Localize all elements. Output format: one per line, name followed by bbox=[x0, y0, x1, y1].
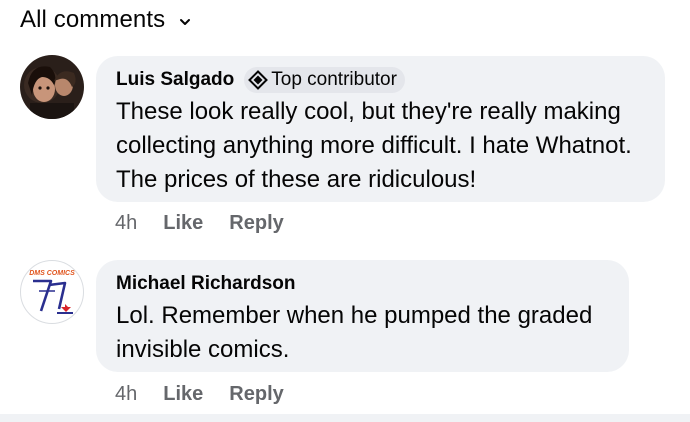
comment-timestamp[interactable]: 4h bbox=[115, 383, 137, 406]
comment-actions: 4h Like Reply bbox=[115, 209, 284, 237]
comment-text: Lol. Remember when he pumped the graded … bbox=[116, 302, 593, 363]
badge-label: Top contributor bbox=[271, 69, 397, 90]
comment-bubble: Michael Richardson Lol. Remember when he… bbox=[96, 260, 629, 372]
avatar-logo-text: DMS COMICS bbox=[29, 270, 75, 277]
like-button[interactable]: Like bbox=[163, 383, 203, 406]
avatar[interactable]: DMS COMICS bbox=[20, 260, 84, 324]
comment-timestamp[interactable]: 4h bbox=[115, 212, 137, 235]
like-button[interactable]: Like bbox=[163, 212, 203, 235]
comment-bubble: Luis Salgado Top contributor These look … bbox=[96, 56, 665, 202]
avatar[interactable] bbox=[20, 55, 84, 119]
reply-button[interactable]: Reply bbox=[229, 212, 283, 235]
comment-author[interactable]: Luis Salgado bbox=[116, 69, 234, 91]
reply-button[interactable]: Reply bbox=[229, 383, 283, 406]
comments-filter[interactable]: All comments bbox=[20, 4, 191, 36]
comment-actions: 4h Like Reply bbox=[115, 380, 284, 408]
top-contributor-badge[interactable]: Top contributor bbox=[244, 67, 405, 93]
comment-author[interactable]: Michael Richardson bbox=[116, 273, 296, 295]
top-contributor-icon bbox=[248, 70, 269, 90]
comments-filter-label: All comments bbox=[20, 6, 166, 33]
divider bbox=[0, 414, 690, 422]
chevron-down-icon bbox=[180, 19, 191, 25]
comment-text: These look really cool, but they're real… bbox=[116, 98, 632, 193]
